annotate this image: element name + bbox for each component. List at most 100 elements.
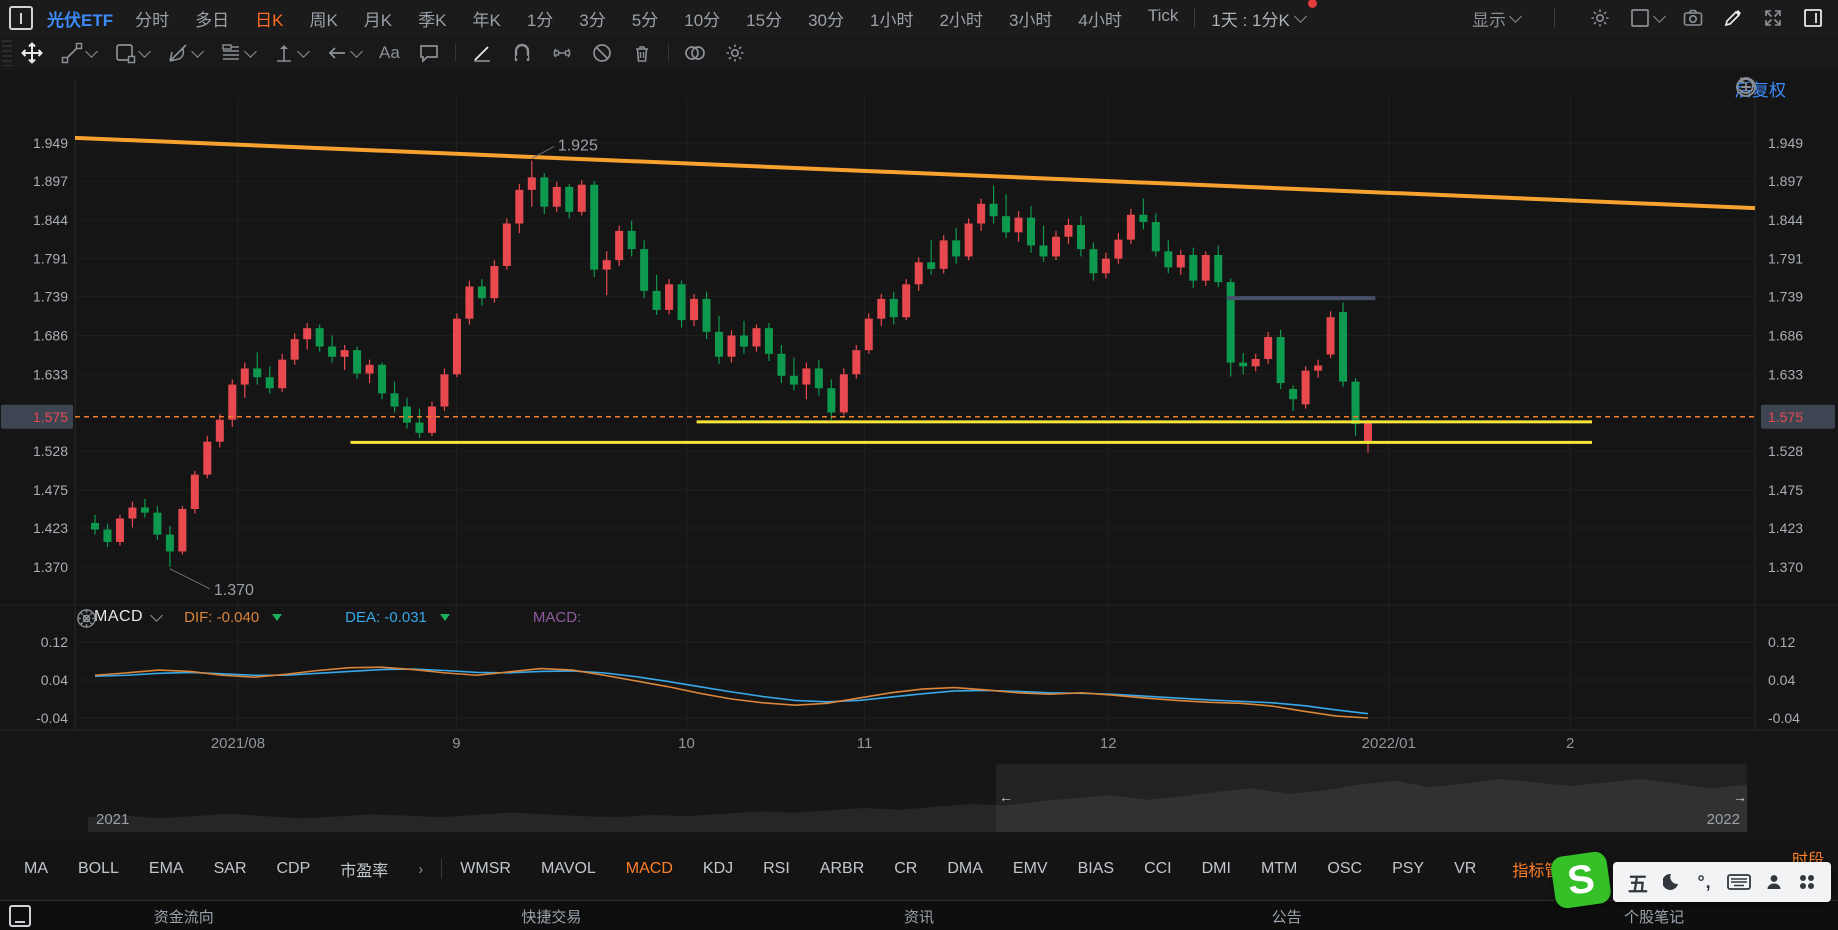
wubi-mode-label[interactable]: 五 bbox=[1628, 868, 1648, 897]
status-item-个股笔记[interactable]: 个股笔记 bbox=[1470, 906, 1838, 927]
menu-grid-icon[interactable] bbox=[1798, 873, 1816, 891]
tab-EMA[interactable]: EMA bbox=[149, 860, 184, 878]
timeframe-分时[interactable]: 分时 bbox=[135, 6, 169, 31]
tab-CDP[interactable]: CDP bbox=[277, 860, 311, 878]
layout-select-icon[interactable] bbox=[1629, 7, 1666, 29]
tab-ARBR[interactable]: ARBR bbox=[820, 860, 864, 878]
continuous-drawing-tool-button[interactable] bbox=[542, 36, 582, 70]
delete-drawings-tool-button[interactable] bbox=[622, 36, 662, 70]
chart-area[interactable]: 1.949 1.949 1.897 1.897 1.844 1.844 1.791 1.791… bbox=[0, 70, 1838, 762]
timeframe-2小时[interactable]: 2小时 bbox=[939, 6, 982, 31]
arrow-tool-button[interactable] bbox=[317, 36, 370, 70]
settings-gear-icon[interactable] bbox=[1589, 7, 1611, 29]
top-right-controls: 显示 bbox=[1472, 6, 1824, 31]
hide-drawings-tool-button[interactable] bbox=[582, 36, 622, 70]
timeframe-多日[interactable]: 多日 bbox=[195, 6, 229, 31]
tab-OSC[interactable]: OSC bbox=[1327, 860, 1362, 878]
tab-SAR[interactable]: SAR bbox=[214, 860, 247, 878]
pitchfork-tool-button[interactable] bbox=[158, 36, 211, 70]
svg-text:1.949: 1.949 bbox=[1768, 135, 1803, 151]
timeframe-周K[interactable]: 周K bbox=[309, 6, 337, 31]
navigator-left-handle[interactable]: ← bbox=[999, 789, 1013, 805]
status-item-资金流向[interactable]: 资金流向 bbox=[0, 906, 368, 927]
tabs-more-arrow[interactable]: › bbox=[418, 861, 423, 878]
timeframe-30分[interactable]: 30分 bbox=[808, 6, 844, 31]
svg-text:1.575: 1.575 bbox=[33, 409, 68, 425]
svg-text:1.575: 1.575 bbox=[1768, 409, 1803, 425]
tab-BIAS[interactable]: BIAS bbox=[1078, 860, 1114, 878]
symbol-name[interactable]: 光伏ETF bbox=[47, 6, 113, 31]
projection-tool-button[interactable] bbox=[264, 36, 317, 70]
timeframe-年K[interactable]: 年K bbox=[472, 6, 500, 31]
bottom-panel-toggle-icon[interactable] bbox=[9, 905, 31, 927]
toolbar-drag-handle[interactable] bbox=[2, 40, 12, 66]
timeframe-3小时[interactable]: 3小时 bbox=[1009, 6, 1052, 31]
timeframe-月K[interactable]: 月K bbox=[364, 6, 392, 31]
gann-tool-button[interactable] bbox=[211, 36, 264, 70]
timeframe-10分[interactable]: 10分 bbox=[684, 6, 720, 31]
timeframe-Tick[interactable]: Tick bbox=[1148, 6, 1179, 31]
timeframe-15分[interactable]: 15分 bbox=[746, 6, 782, 31]
indicator-name[interactable]: MACD bbox=[94, 608, 143, 626]
tab-MA[interactable]: MA bbox=[24, 860, 48, 878]
tab-EMV[interactable]: EMV bbox=[1013, 860, 1048, 878]
move-tool-button[interactable] bbox=[12, 36, 52, 70]
tab-KDJ[interactable]: KDJ bbox=[703, 860, 733, 878]
navigator-selection-window[interactable] bbox=[996, 764, 1747, 832]
timeframe-4小时[interactable]: 4小时 bbox=[1078, 6, 1121, 31]
tab-MAVOL[interactable]: MAVOL bbox=[541, 860, 596, 878]
display-menu[interactable]: 显示 bbox=[1472, 6, 1522, 31]
timeframe-3分[interactable]: 3分 bbox=[579, 6, 605, 31]
angle-line-tool-button[interactable] bbox=[462, 36, 502, 70]
chevron-down-icon[interactable] bbox=[150, 608, 163, 622]
tab-RSI[interactable]: RSI bbox=[763, 860, 790, 878]
status-item-公告[interactable]: 公告 bbox=[1103, 906, 1471, 927]
magnet-tool-button[interactable] bbox=[502, 36, 542, 70]
tab-WMSR[interactable]: WMSR bbox=[460, 860, 511, 878]
shapes-tool-button[interactable] bbox=[105, 36, 158, 70]
custom-period-selector[interactable]: 1天 : 1分K bbox=[1211, 0, 1317, 31]
timeline-navigator[interactable]: ← → 2021 2022 bbox=[0, 762, 1838, 838]
tab-MTM[interactable]: MTM bbox=[1261, 860, 1297, 878]
draw-pencil-icon[interactable] bbox=[1722, 7, 1744, 29]
status-item-资讯[interactable]: 资讯 bbox=[735, 906, 1103, 927]
right-panel-toggle-icon[interactable] bbox=[1802, 7, 1824, 29]
tab-DMI[interactable]: DMI bbox=[1202, 860, 1231, 878]
candlestick-chart[interactable]: 1.949 1.949 1.897 1.897 1.844 1.844 1.791 1.791… bbox=[0, 70, 1838, 762]
timeframe-季K[interactable]: 季K bbox=[418, 6, 446, 31]
chevron-down-icon bbox=[191, 44, 204, 58]
tab-市盈率[interactable]: 市盈率 bbox=[340, 857, 388, 881]
timeframe-1分[interactable]: 1分 bbox=[527, 6, 553, 31]
trend-line-tool-button[interactable] bbox=[52, 36, 105, 70]
navigator-right-handle[interactable]: → bbox=[1733, 789, 1747, 805]
account-person-icon[interactable] bbox=[1765, 873, 1783, 891]
left-panel-toggle-icon[interactable] bbox=[9, 6, 33, 30]
tab-DMA[interactable]: DMA bbox=[947, 860, 983, 878]
timeframe-日K[interactable]: 日K bbox=[255, 6, 283, 31]
tab-CR[interactable]: CR bbox=[894, 860, 917, 878]
tab-PSY[interactable]: PSY bbox=[1392, 860, 1424, 878]
tab-BOLL[interactable]: BOLL bbox=[78, 860, 119, 878]
compare-overlay-tool-icon bbox=[684, 42, 706, 64]
comment-tool-button[interactable] bbox=[409, 36, 449, 70]
timeframe-5分[interactable]: 5分 bbox=[632, 6, 658, 31]
chart-zoom-controls: 后复权 bbox=[1735, 76, 1828, 101]
notification-dot bbox=[1307, 0, 1317, 8]
tab-MACD[interactable]: MACD bbox=[626, 860, 673, 878]
sogou-logo[interactable]: S bbox=[1549, 850, 1613, 910]
tab-VR[interactable]: VR bbox=[1454, 860, 1476, 878]
virtual-keyboard-icon[interactable] bbox=[1726, 873, 1751, 891]
timeframe-menu: 分时 多日 日K 周K 月K 季K 年K 1分 3分 5分 10分 15分 30分 1小时 2小时 3小时 4小… bbox=[135, 6, 1178, 31]
status-item-快捷交易[interactable]: 快捷交易 bbox=[368, 906, 736, 927]
text-tool-icon: Aa bbox=[379, 43, 400, 62]
timeframe-1小时[interactable]: 1小时 bbox=[870, 6, 913, 31]
fullscreen-expand-icon[interactable] bbox=[1762, 7, 1784, 29]
screenshot-camera-icon[interactable] bbox=[1682, 7, 1704, 29]
tab-CCI[interactable]: CCI bbox=[1144, 860, 1172, 878]
drawing-toolbar: Aa bbox=[0, 36, 1838, 71]
text-tool-button[interactable]: Aa bbox=[370, 36, 409, 70]
compare-overlay-tool-button[interactable] bbox=[675, 36, 715, 70]
punctuation-mode-icon[interactable]: °, bbox=[1697, 872, 1711, 893]
night-mode-moon-icon[interactable] bbox=[1662, 872, 1683, 892]
drawing-settings-button[interactable] bbox=[715, 36, 755, 70]
